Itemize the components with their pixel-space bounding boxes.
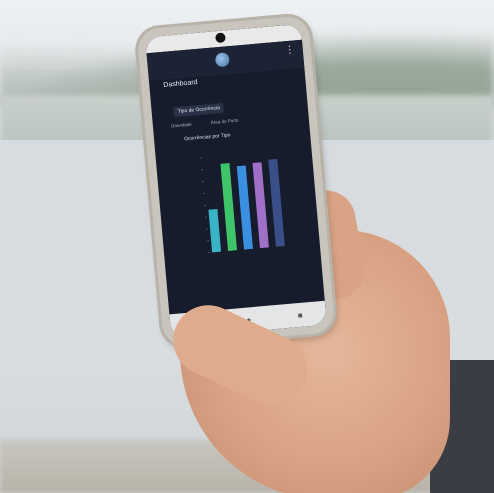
chip-gravidade[interactable]: Gravidade <box>171 122 192 129</box>
more-vert-icon[interactable]: ⋮ <box>284 44 295 56</box>
photo-scene: ⋮ Dashboard Tipo de Ocorrência Gravidade… <box>0 0 494 493</box>
chart-bar[interactable] <box>208 208 222 253</box>
smartphone: ⋮ Dashboard Tipo de Ocorrência Gravidade… <box>136 15 336 347</box>
bar-chart <box>199 157 285 253</box>
chip-area-porto[interactable]: Área do Porto <box>211 118 239 125</box>
recents-icon[interactable]: ■ <box>297 310 303 319</box>
camera-notch <box>215 32 226 44</box>
chart-bar[interactable] <box>252 162 269 249</box>
chart-bar[interactable] <box>268 158 285 247</box>
page-title: Dashboard <box>163 78 198 89</box>
filter-button[interactable]: Tipo de Ocorrência <box>173 102 225 118</box>
phone-screen: ⋮ Dashboard Tipo de Ocorrência Gravidade… <box>145 23 327 339</box>
chart-bar[interactable] <box>220 163 238 251</box>
chart-bar[interactable] <box>236 165 253 250</box>
